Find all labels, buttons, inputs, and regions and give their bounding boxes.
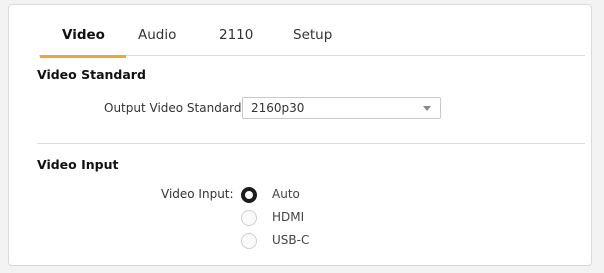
video-input-heading: Video Input	[37, 157, 119, 172]
radio-option-hdmi-label: HDMI	[272, 210, 305, 224]
tab-video[interactable]: Video	[40, 27, 126, 58]
tab-audio-label: Audio	[138, 27, 177, 43]
video-input-label: Video Input:	[161, 187, 234, 201]
output-video-standard-value: 2160p30	[251, 101, 305, 115]
output-video-standard-select[interactable]: 2160p30	[242, 97, 441, 119]
chevron-down-icon	[423, 106, 431, 111]
radio-selected-icon	[241, 187, 257, 203]
radio-unselected-icon	[241, 233, 257, 249]
settings-panel: Video Audio 2110 Setup Video Standard Ou…	[8, 4, 592, 266]
tab-setup[interactable]: Setup	[293, 27, 332, 43]
section-divider	[37, 143, 585, 144]
radio-option-usb-c-label: USB-C	[272, 233, 310, 247]
tab-audio[interactable]: Audio	[138, 27, 176, 43]
tab-video-label: Video	[62, 27, 105, 43]
radio-unselected-icon	[241, 210, 257, 226]
output-video-standard-label: Output Video Standard:	[104, 101, 246, 115]
video-standard-heading: Video Standard	[37, 67, 146, 82]
radio-option-auto-label: Auto	[272, 187, 300, 201]
tab-bar: Video Audio 2110 Setup	[39, 25, 585, 58]
active-tab-indicator	[40, 55, 126, 58]
tab-setup-label: Setup	[293, 27, 333, 43]
tab-2110[interactable]: 2110	[219, 27, 253, 43]
tab-2110-label: 2110	[219, 27, 254, 43]
